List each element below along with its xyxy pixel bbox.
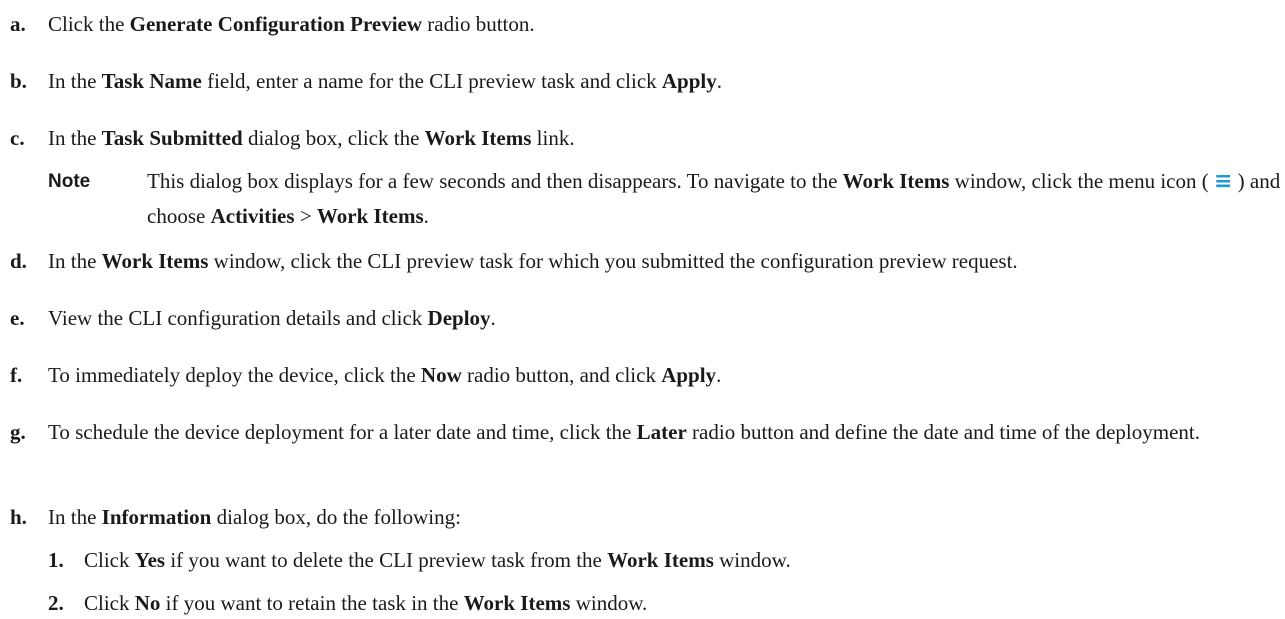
step-marker: g.: [10, 420, 26, 444]
ui-term: No: [134, 591, 161, 615]
substep-1: 1. Click Yes if you want to delete the C…: [48, 546, 791, 575]
step-marker: e.: [10, 306, 25, 330]
step-text: In the Work Items window, click the CLI …: [48, 249, 1018, 273]
ui-term: Work Items: [424, 126, 532, 150]
ui-term: Task Name: [101, 69, 202, 93]
step-text: In the Task Name field, enter a name for…: [48, 69, 722, 93]
ui-term: Yes: [134, 548, 166, 572]
step-marker: c.: [10, 126, 25, 150]
step-g: g. To schedule the device deployment for…: [10, 418, 1285, 447]
ui-term: Work Items: [463, 591, 571, 615]
note-label: Note: [48, 171, 91, 192]
ui-term: Information: [101, 505, 212, 529]
step-marker: f.: [10, 363, 23, 387]
step-text: View the CLI configuration details and c…: [48, 306, 496, 330]
substep-marker: 1.: [48, 548, 64, 572]
step-text: In the Information dialog box, do the fo…: [48, 505, 461, 529]
ui-term: Work Items: [101, 249, 209, 273]
ui-term: Deploy: [427, 306, 491, 330]
substep-marker: 2.: [48, 591, 64, 615]
note-text: This dialog box displays for a few secon…: [147, 169, 1281, 228]
step-b: b. In the Task Name field, enter a name …: [10, 67, 1285, 96]
ui-term: Apply: [661, 69, 717, 93]
hamburger-menu-icon: ≡: [1213, 169, 1233, 194]
step-marker: b.: [10, 69, 27, 93]
step-e: e. View the CLI configuration details an…: [10, 304, 1285, 333]
step-h: h. In the Information dialog box, do the…: [10, 503, 1285, 532]
step-marker: a.: [10, 12, 26, 36]
step-a: a. Click the Generate Configuration Prev…: [10, 10, 1285, 39]
ui-term: Later: [636, 420, 687, 444]
ui-term: Activities: [210, 204, 295, 228]
step-marker: d.: [10, 249, 27, 273]
step-c: c. In the Task Submitted dialog box, cli…: [10, 124, 1285, 153]
substep-2: 2. Click No if you want to retain the ta…: [48, 589, 647, 618]
ui-term: Generate Configuration Preview: [129, 12, 423, 36]
step-text: To immediately deploy the device, click …: [48, 363, 722, 387]
substep-text: Click No if you want to retain the task …: [84, 591, 648, 615]
note-block: Note This dialog box displays for a few …: [48, 164, 1285, 234]
ui-term: Work Items: [607, 548, 714, 572]
ui-term: Task Submitted: [101, 126, 243, 150]
step-f: f. To immediately deploy the device, cli…: [10, 361, 1285, 390]
ui-term: Work Items: [316, 204, 424, 228]
substep-text: Click Yes if you want to delete the CLI …: [84, 548, 791, 572]
ui-term: Work Items: [842, 169, 950, 193]
step-marker: h.: [10, 505, 27, 529]
ui-term: Now: [420, 363, 462, 387]
step-text: Click the Generate Configuration Preview…: [48, 12, 535, 36]
step-d: d. In the Work Items window, click the C…: [10, 247, 1285, 276]
step-text: In the Task Submitted dialog box, click …: [48, 126, 575, 150]
step-text: To schedule the device deployment for a …: [48, 420, 1200, 444]
ui-term: Apply: [661, 363, 717, 387]
